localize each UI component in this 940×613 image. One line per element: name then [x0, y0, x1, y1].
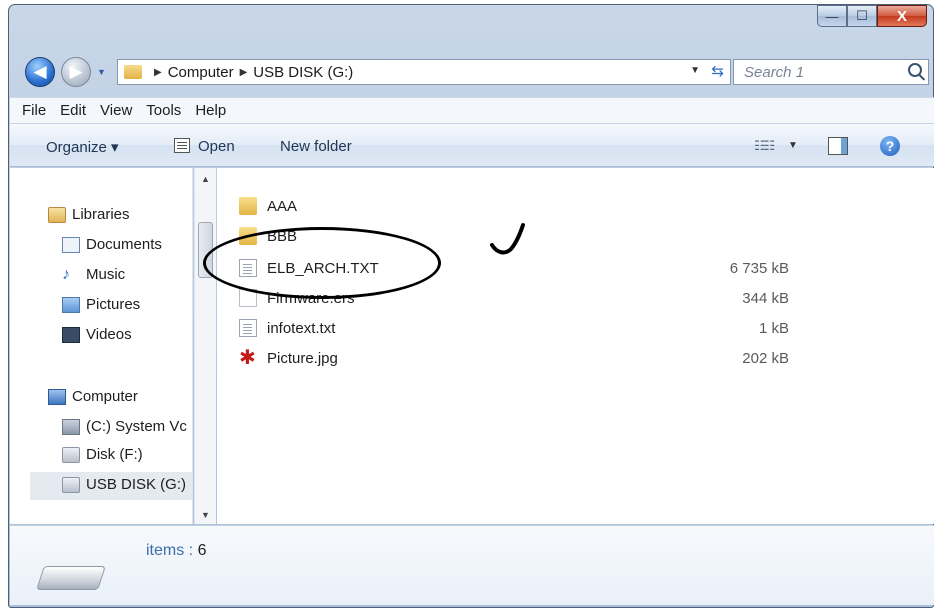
- breadcrumb-separator-icon[interactable]: ▶: [240, 67, 248, 78]
- preview-pane-icon[interactable]: [828, 137, 848, 155]
- nav-item-label: Libraries: [72, 206, 130, 223]
- nav-item-drive-g[interactable]: USB DISK (G:): [62, 476, 186, 493]
- usb-drive-icon: [36, 566, 106, 590]
- drive-icon: [62, 476, 80, 493]
- nav-item-label: (C:) System Vc: [86, 418, 187, 435]
- nav-item-documents[interactable]: Documents: [62, 236, 162, 253]
- nav-item-libraries[interactable]: Libraries: [48, 206, 130, 223]
- nav-item-drive-f[interactable]: Disk (F:): [62, 446, 143, 463]
- command-bar: Organize ▾ Open New folder ☷☷ ▼ ?: [10, 123, 934, 167]
- navigation-row: ◀ ▶ ▼ ▶ Computer ▶ USB DISK (G:) ▼ ⇆ Sea…: [23, 55, 935, 89]
- nav-item-pictures[interactable]: Pictures: [62, 296, 140, 313]
- close-button[interactable]: X: [877, 5, 927, 27]
- checkmark-icon: [490, 223, 525, 255]
- minimize-button[interactable]: —: [817, 5, 847, 27]
- navigation-pane: Libraries Documents ♪ Music Pictures Vid…: [10, 168, 193, 524]
- view-dropdown-icon[interactable]: ▼: [788, 140, 798, 151]
- file-row-aaa[interactable]: AAA: [239, 193, 759, 219]
- organize-button[interactable]: Organize ▾: [46, 138, 119, 156]
- file-name: infotext.txt: [267, 319, 336, 337]
- file-size: 1 kB: [758, 319, 789, 337]
- file-list: AAA BBB ELB_ARCH.TXT 6 735 kB Firmware.e…: [217, 168, 934, 524]
- menu-tools[interactable]: Tools: [146, 102, 181, 119]
- nav-item-videos[interactable]: Videos: [62, 326, 132, 343]
- nav-item-drive-c[interactable]: (C:) System Vc: [62, 418, 187, 435]
- text-file-icon: [239, 319, 257, 337]
- search-icon[interactable]: [908, 63, 922, 77]
- nav-item-label: Disk (F:): [86, 446, 143, 463]
- details-pane: items : 6: [10, 525, 934, 605]
- nav-item-music[interactable]: ♪ Music: [62, 266, 125, 283]
- item-count: items : 6: [146, 542, 207, 559]
- recent-pages-dropdown-icon[interactable]: ▼: [97, 67, 106, 77]
- libraries-icon: [48, 206, 66, 223]
- nav-item-label: Music: [86, 266, 126, 283]
- file-size: 344 kB: [742, 289, 789, 307]
- refresh-icon[interactable]: ⇆: [711, 62, 724, 80]
- forward-arrow-icon[interactable]: ▶: [61, 57, 91, 87]
- navigation-scrollbar[interactable]: ▲ ▼: [194, 168, 216, 524]
- file-name: AAA: [267, 197, 298, 215]
- address-dropdown-icon[interactable]: ▼: [690, 65, 700, 76]
- system-drive-icon: [62, 418, 80, 435]
- nav-item-label: Computer: [72, 388, 138, 405]
- file-row-infotext[interactable]: infotext.txt 1 kB: [239, 315, 789, 341]
- folder-icon: [124, 65, 142, 79]
- nav-item-label: Videos: [86, 326, 132, 343]
- nav-item-computer[interactable]: Computer: [48, 388, 138, 405]
- file-size: 202 kB: [742, 349, 789, 367]
- open-button[interactable]: Open: [198, 138, 235, 155]
- file-size: 6 735 kB: [729, 259, 789, 277]
- menu-view[interactable]: View: [100, 102, 132, 119]
- computer-icon: [48, 388, 66, 405]
- folder-icon: [239, 197, 257, 215]
- file-row-picture[interactable]: ✱ Picture.jpg 202 kB: [239, 345, 789, 371]
- back-arrow-icon[interactable]: ◀: [25, 57, 55, 87]
- menu-edit[interactable]: Edit: [60, 102, 86, 119]
- open-icon[interactable]: [174, 138, 190, 153]
- file-name: Picture.jpg: [267, 349, 338, 367]
- menu-file[interactable]: File: [22, 102, 46, 119]
- items-count: 6: [197, 542, 207, 559]
- image-file-icon: ✱: [239, 347, 256, 369]
- change-view-icon[interactable]: ☷☷: [754, 138, 775, 154]
- nav-item-label: Pictures: [86, 296, 141, 313]
- help-icon[interactable]: ?: [880, 136, 900, 156]
- breadcrumb-separator-icon[interactable]: ▶: [154, 67, 162, 78]
- annotation-circle: [203, 227, 441, 299]
- explorer-window: — ☐ X ◀ ▶ ▼ ▶ Computer ▶ USB DISK (G:) ▼…: [8, 4, 934, 608]
- search-input[interactable]: Search 1: [733, 59, 929, 85]
- address-bar[interactable]: ▶ Computer ▶ USB DISK (G:) ▼ ⇆: [117, 59, 731, 85]
- menu-bar: File Edit View Tools Help: [10, 97, 934, 123]
- breadcrumb-computer[interactable]: Computer: [168, 64, 234, 81]
- videos-icon: [62, 326, 80, 343]
- menu-help[interactable]: Help: [195, 102, 226, 119]
- items-label: items: [146, 542, 185, 559]
- new-folder-button[interactable]: New folder: [280, 138, 352, 155]
- search-placeholder: Search 1: [744, 63, 805, 81]
- caption-buttons: — ☐ X: [817, 5, 927, 31]
- drive-icon: [62, 446, 80, 463]
- nav-item-label: USB DISK (G:): [86, 476, 187, 493]
- nav-item-label: Documents: [86, 236, 162, 253]
- maximize-button[interactable]: ☐: [847, 5, 877, 27]
- scroll-down-arrow-icon[interactable]: ▼: [201, 510, 210, 520]
- documents-icon: [62, 236, 80, 253]
- breadcrumb-usb-disk[interactable]: USB DISK (G:): [253, 64, 353, 81]
- scroll-up-arrow-icon[interactable]: ▲: [201, 174, 210, 184]
- music-note-icon: ♪: [62, 265, 70, 283]
- pictures-icon: [62, 296, 80, 313]
